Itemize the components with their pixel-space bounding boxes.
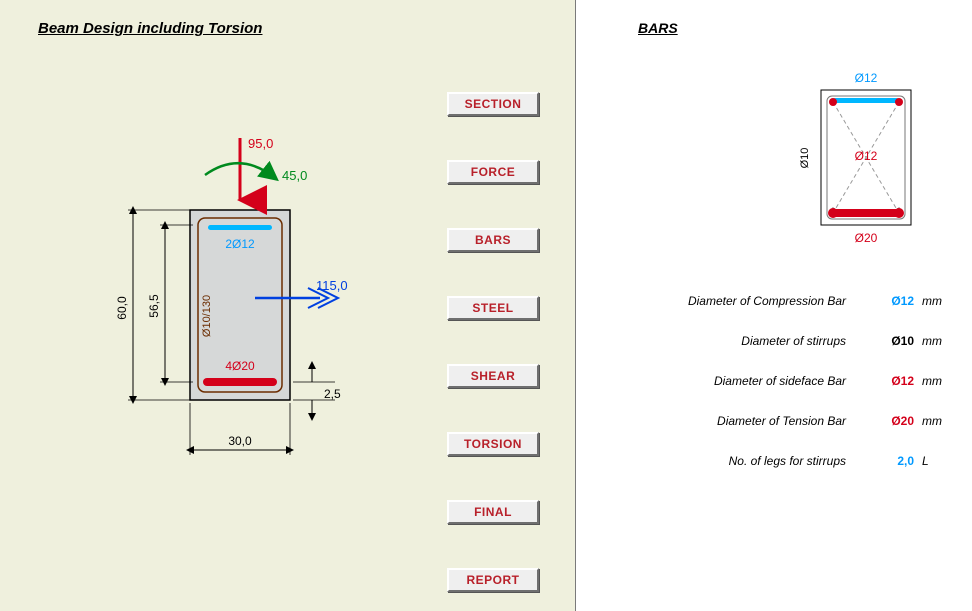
param-value: Ø12 [874,294,914,308]
beam-section-diagram: 2Ø12 4Ø20 Ø10/130 60,0 56,5 30,0 2,5 [0,0,575,611]
param-label: Diameter of stirrups [636,334,874,348]
dim-height-label: 60,0 [115,296,129,320]
param-stirrup-legs: No. of legs for stirrups 2,0 L [636,454,950,468]
param-unit: mm [914,414,950,428]
dim-cover-label: 2,5 [324,387,341,401]
bars-top-label: Ø12 [855,71,878,85]
right-panel: BARS Ø12 Ø12 [576,0,972,611]
section-stirrup-label: Ø10/130 [201,295,213,337]
param-tension-bar: Diameter of Tension Bar Ø20 mm [636,414,950,428]
bars-side-label: Ø12 [855,149,878,163]
param-unit: mm [914,334,950,348]
param-unit: L [914,454,950,468]
dim-width-label: 30,0 [228,434,252,448]
dim-inner-height-label: 56,5 [147,294,161,318]
param-unit: mm [914,294,950,308]
bars-stirrup-label: Ø10 [799,148,811,169]
bars-diagram: Ø12 Ø12 Ø20 Ø10 [576,0,972,260]
param-label: Diameter of Tension Bar [636,414,874,428]
param-sideface-bar: Diameter of sideface Bar Ø12 mm [636,374,950,388]
param-stirrups: Diameter of stirrups Ø10 mm [636,334,950,348]
param-value: Ø12 [874,374,914,388]
param-label: Diameter of sideface Bar [636,374,874,388]
param-compression-bar: Diameter of Compression Bar Ø12 mm [636,294,950,308]
section-top-bars-label: 2Ø12 [225,237,255,251]
force-axial-label: 95,0 [248,136,273,151]
param-value: Ø20 [874,414,914,428]
force-shear-label: 115,0 [316,278,348,293]
param-label: No. of legs for stirrups [636,454,874,468]
param-unit: mm [914,374,950,388]
left-panel: Beam Design including Torsion SECTION FO… [0,0,576,611]
bars-bottom-label: Ø20 [855,231,878,245]
param-value: 2,0 [874,454,914,468]
force-moment-label: 45,0 [282,168,307,183]
section-bottom-bars-label: 4Ø20 [225,359,255,373]
param-label: Diameter of Compression Bar [636,294,874,308]
param-value: Ø10 [874,334,914,348]
